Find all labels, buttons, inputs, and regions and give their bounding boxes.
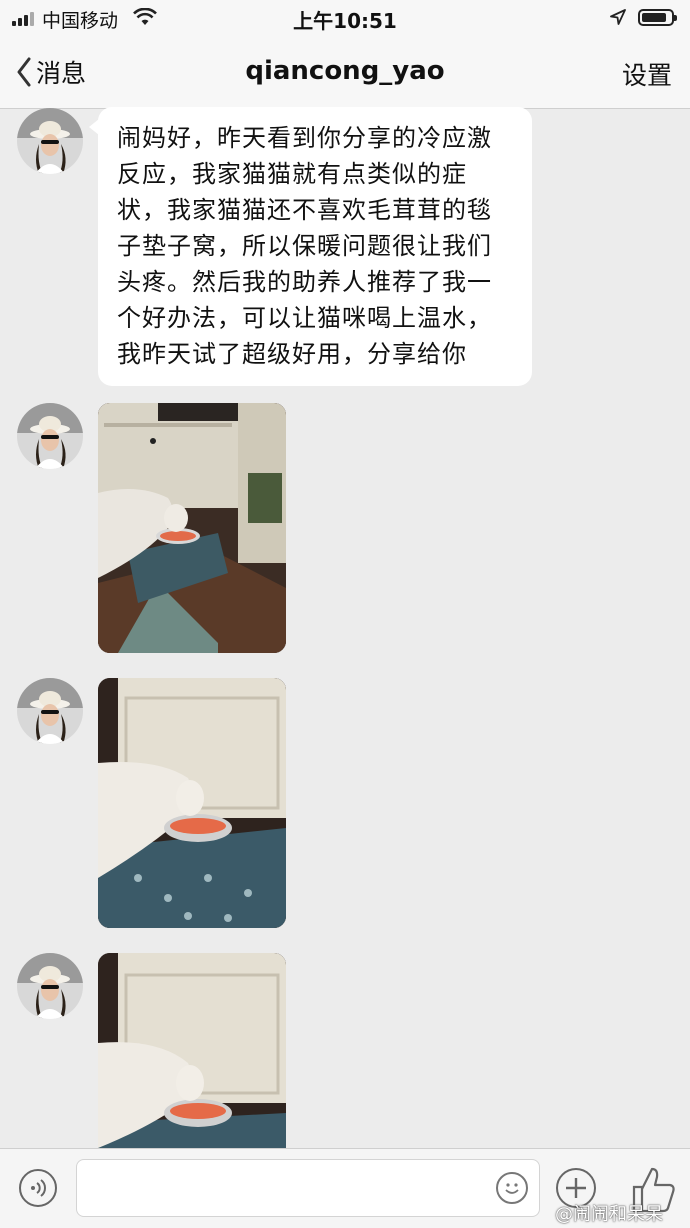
avatar[interactable] [17, 678, 83, 744]
image-message[interactable] [98, 403, 286, 653]
user-avatar-icon [17, 108, 83, 174]
avatar[interactable] [17, 108, 83, 174]
user-avatar-icon [17, 403, 83, 469]
cat-drinking-photo-icon [98, 953, 286, 1148]
avatar[interactable] [17, 953, 83, 1019]
back-button[interactable]: 消息 [16, 52, 86, 92]
user-avatar-icon [17, 953, 83, 1019]
settings-button[interactable]: 设置 [622, 56, 672, 92]
cat-drinking-photo-icon [98, 403, 286, 653]
status-bar: 中国移动 上午10:51 [0, 0, 690, 38]
clock: 上午10:51 [293, 9, 397, 33]
chevron-left-icon [17, 57, 31, 87]
chat-title: qiancong_yao [245, 56, 445, 86]
location-arrow-icon [610, 9, 626, 25]
watermark: @闹闹和呆呆 [555, 1204, 663, 1225]
battery-icon [638, 9, 677, 26]
voice-input-button[interactable] [19, 1169, 57, 1207]
emoji-button[interactable] [496, 1172, 528, 1204]
voice-icon [31, 1179, 46, 1197]
message-bubble[interactable]: 闹妈好，昨天看到你分享的冷应激反应，我家猫猫就有点类似的症状，我家猫猫还不喜欢毛… [89, 107, 532, 386]
nav-bar: 消息 qiancong_yao 设置 [0, 38, 690, 109]
smiley-icon [505, 1183, 519, 1194]
user-avatar-icon [17, 678, 83, 744]
image-message[interactable] [98, 953, 286, 1148]
message-input[interactable] [76, 1159, 540, 1217]
image-message[interactable] [98, 678, 286, 928]
back-label: 消息 [36, 59, 87, 88]
avatar[interactable] [17, 403, 83, 469]
cat-drinking-photo-icon [98, 678, 286, 928]
message-text: 闹妈好，昨天看到你分享的冷应激反应，我家猫猫就有点类似的症状，我家猫猫还不喜欢毛… [117, 124, 492, 368]
